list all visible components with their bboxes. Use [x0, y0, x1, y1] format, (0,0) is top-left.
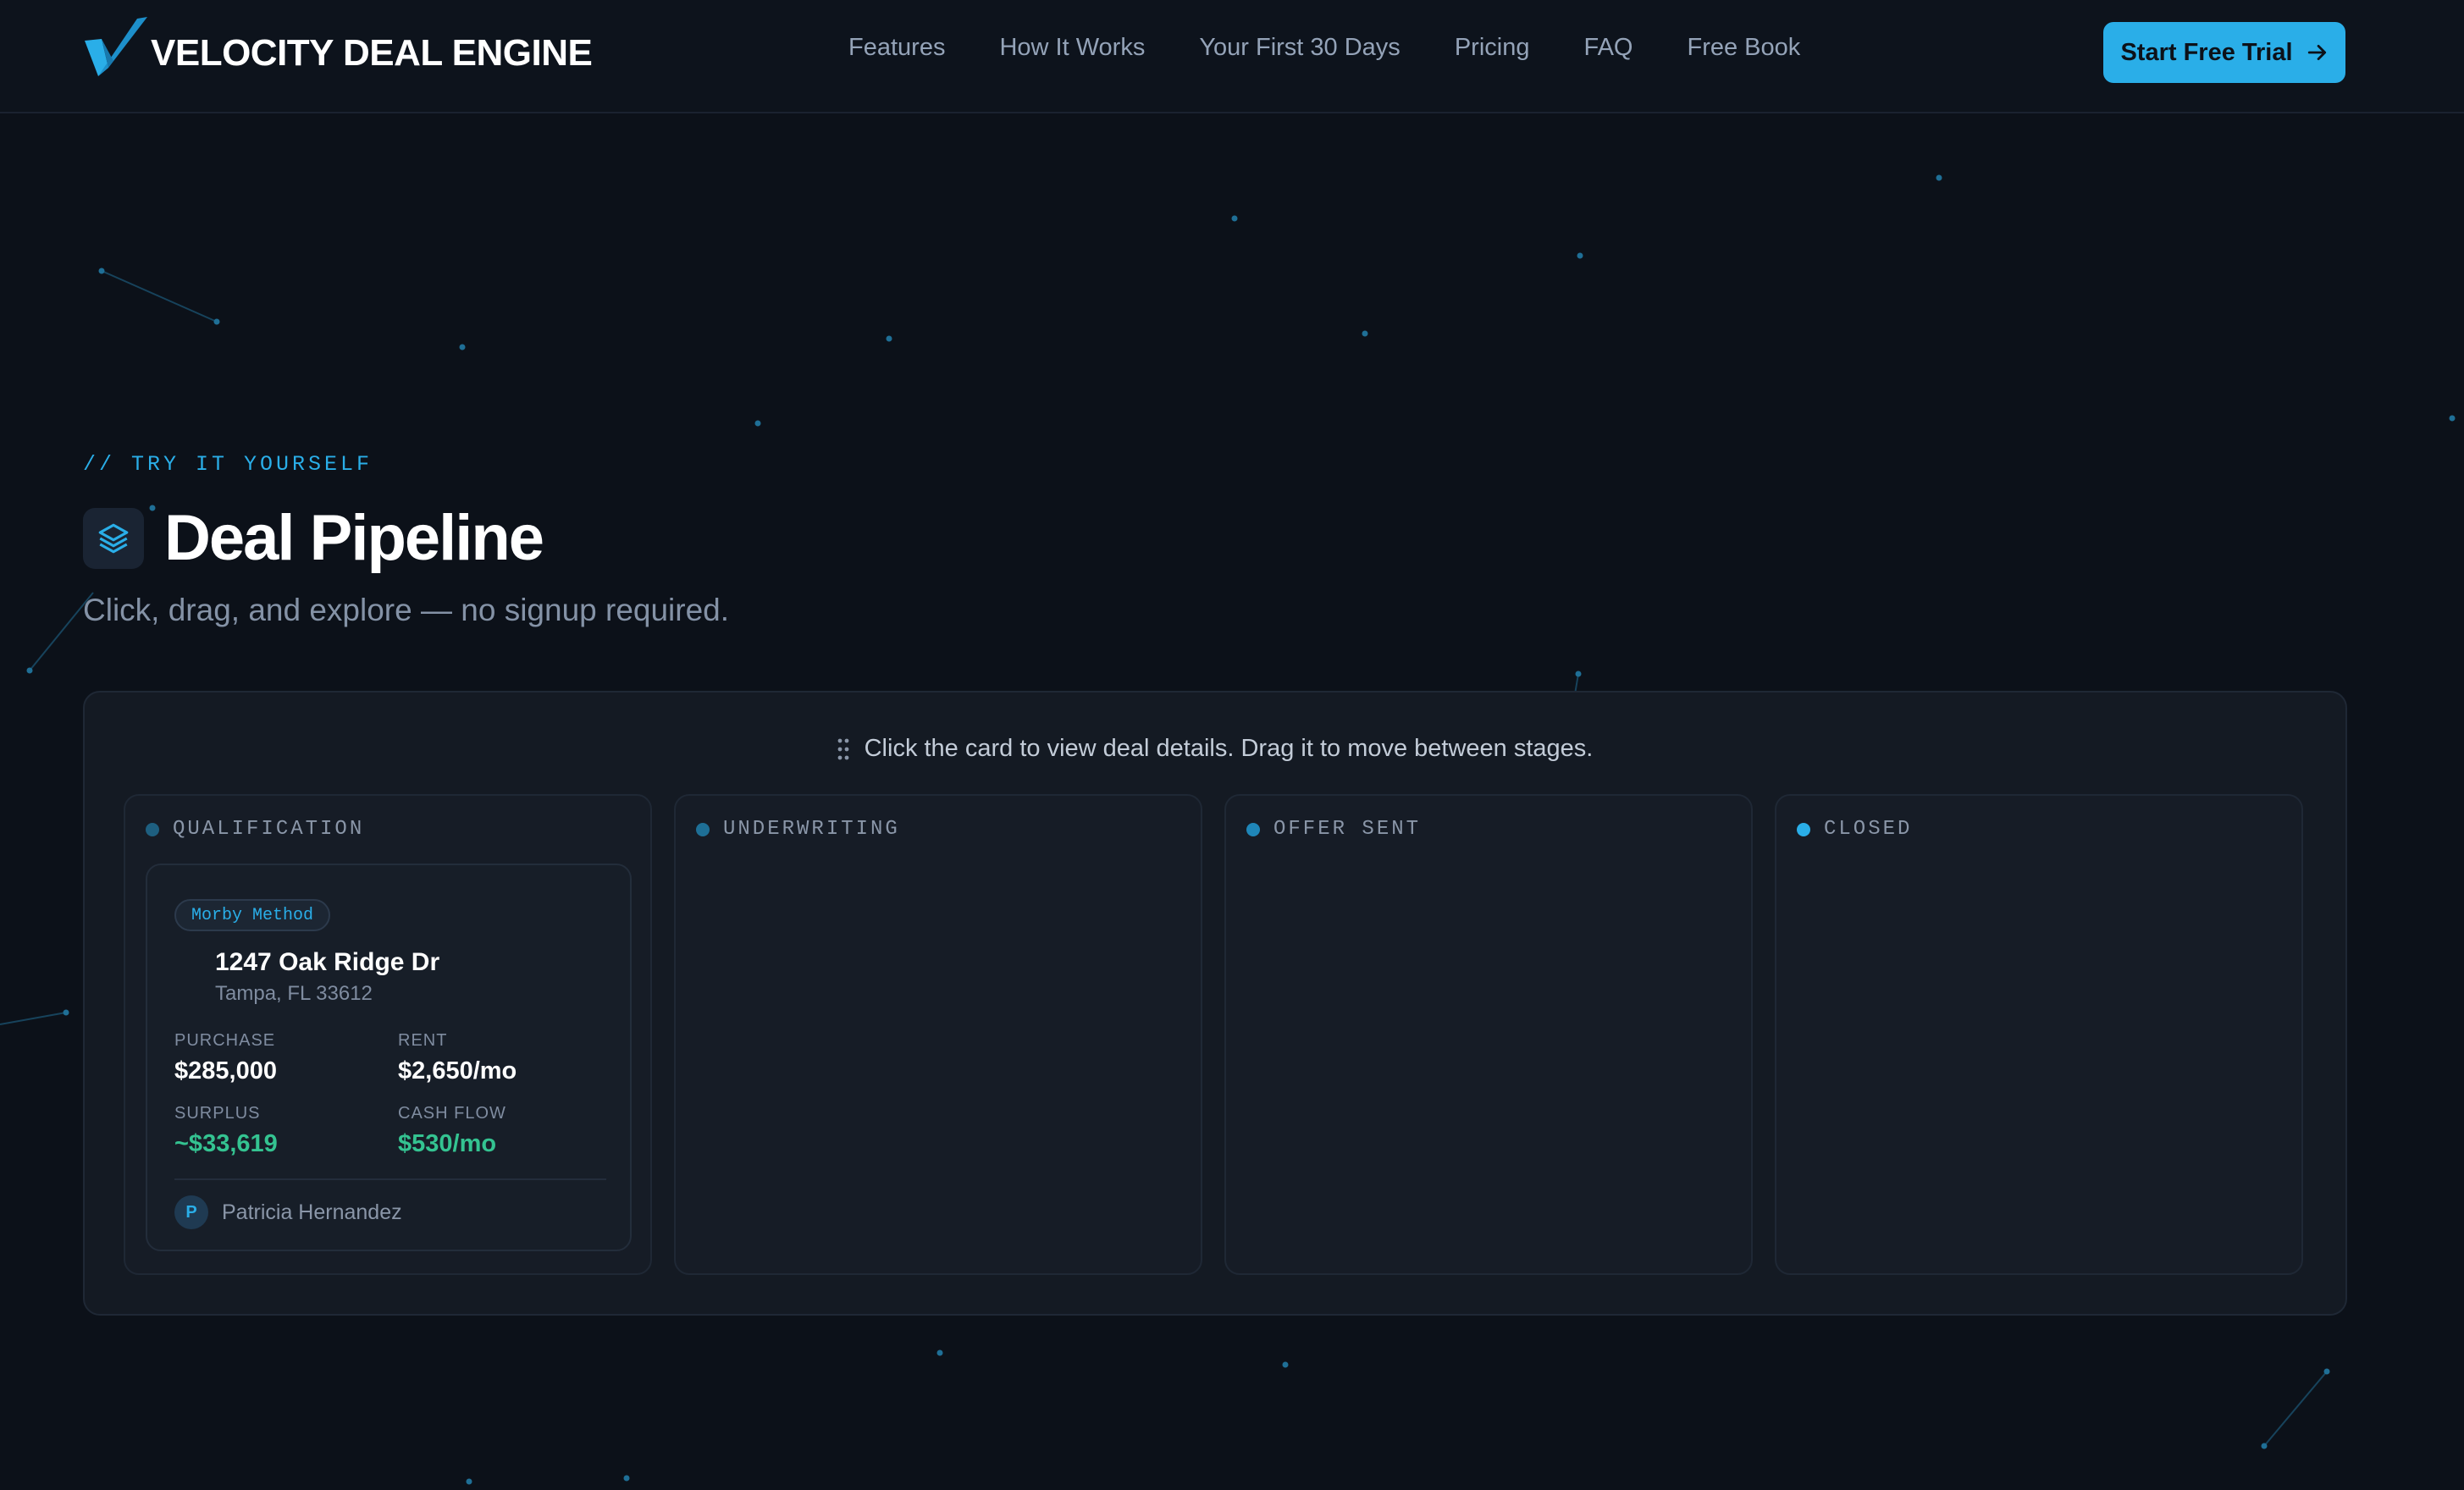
particle-link — [2263, 1371, 2328, 1447]
stage-dot — [146, 822, 159, 836]
strategy-tag: Morby Method — [174, 899, 331, 931]
particle-dot — [886, 335, 892, 342]
card-divider — [174, 1178, 606, 1180]
metric-label: PURCHASE — [174, 1031, 276, 1050]
deal-card[interactable]: Morby Method 1247 Oak Ridge Dr Tampa, FL… — [146, 864, 632, 1251]
title-row: Deal Pipeline — [83, 501, 544, 575]
nav-faq[interactable]: FAQ — [1583, 34, 1633, 62]
board-hint: Click the card to view deal details. Dra… — [85, 735, 2345, 763]
deal-owner: P Patricia Hernandez — [174, 1195, 402, 1229]
column-header: UNDERWRITING — [696, 818, 900, 841]
particle-dot — [466, 1478, 472, 1485]
metric-value: ~$33,619 — [174, 1130, 278, 1157]
column-label: UNDERWRITING — [723, 818, 900, 841]
column-closed[interactable]: CLOSED — [1775, 794, 2303, 1275]
avatar: P — [174, 1195, 208, 1229]
metric-cash-flow: CASH FLOW $530/mo — [398, 1104, 506, 1158]
metric-label: CASH FLOW — [398, 1104, 506, 1123]
particle-dot — [213, 318, 220, 325]
nav-features[interactable]: Features — [848, 34, 945, 62]
cta-label: Start Free Trial — [2120, 38, 2293, 66]
owner-name: Patricia Hernandez — [222, 1200, 402, 1224]
metric-surplus: SURPLUS ~$33,619 — [174, 1104, 278, 1158]
column-header: CLOSED — [1797, 818, 1912, 841]
logo-v-icon — [85, 17, 147, 76]
nav-free-book[interactable]: Free Book — [1687, 34, 1800, 62]
column-qualification[interactable]: QUALIFICATION Morby Method 1247 Oak Ridg… — [124, 794, 652, 1275]
particle-dot — [754, 420, 761, 427]
logo-text: VELOCITY DEAL ENGINE — [151, 32, 593, 74]
pipeline-board: Click the card to view deal details. Dra… — [83, 691, 2347, 1316]
stage-dot — [696, 822, 710, 836]
column-underwriting[interactable]: UNDERWRITING — [674, 794, 1202, 1275]
particle-dot — [2449, 415, 2456, 422]
page-subtitle: Click, drag, and explore — no signup req… — [83, 593, 730, 627]
metric-value: $2,650/mo — [398, 1057, 517, 1084]
nav-first-30-days[interactable]: Your First 30 Days — [1199, 34, 1400, 62]
deal-address: 1247 Oak Ridge Dr — [215, 948, 440, 976]
metric-purchase: PURCHASE $285,000 — [174, 1031, 277, 1085]
particle-dot — [1575, 670, 1582, 677]
particle-dot — [98, 268, 105, 274]
particle-dot — [1577, 252, 1583, 259]
particle-dot — [2261, 1443, 2268, 1449]
metric-value: $530/mo — [398, 1130, 497, 1157]
particle-dot — [1362, 330, 1368, 337]
metric-rent: RENT $2,650/mo — [398, 1031, 517, 1085]
main-nav: Features How It Works Your First 30 Days… — [848, 34, 1800, 62]
particle-dot — [1231, 215, 1238, 222]
particle-dot — [63, 1009, 69, 1016]
particle-dot — [1282, 1361, 1289, 1368]
layers-icon — [83, 507, 144, 569]
nav-pricing[interactable]: Pricing — [1455, 34, 1530, 62]
arrow-right-icon — [2307, 45, 2326, 60]
column-header: OFFER SENT — [1246, 818, 1421, 841]
metric-label: SURPLUS — [174, 1104, 261, 1123]
particle-dot — [623, 1475, 630, 1482]
metric-value: $285,000 — [174, 1057, 277, 1084]
site-header: VELOCITY DEAL ENGINE Features How It Wor… — [0, 0, 2464, 113]
deal-city: Tampa, FL 33612 — [215, 982, 373, 1005]
column-label: OFFER SENT — [1273, 818, 1422, 841]
logo[interactable]: VELOCITY DEAL ENGINE — [83, 15, 593, 91]
stage-dot — [1797, 822, 1810, 836]
column-label: CLOSED — [1824, 818, 1913, 841]
particle-dot — [2323, 1368, 2330, 1375]
start-free-trial-button[interactable]: Start Free Trial — [2103, 22, 2345, 83]
page-title: Deal Pipeline — [164, 502, 544, 574]
nav-how-it-works[interactable]: How It Works — [999, 34, 1145, 62]
particle-link — [101, 270, 218, 323]
stage-dot — [1246, 822, 1260, 836]
board-hint-text: Click the card to view deal details. Dra… — [864, 735, 1594, 762]
column-offer-sent[interactable]: OFFER SENT — [1224, 794, 1753, 1275]
drag-grip-icon — [837, 738, 849, 760]
particle-dot — [936, 1349, 943, 1356]
particle-dot — [1936, 174, 1942, 181]
particle-dot — [26, 667, 33, 674]
section-eyebrow: // TRY IT YOURSELF — [83, 452, 373, 477]
column-header: QUALIFICATION — [146, 818, 364, 841]
particle-link — [0, 1012, 67, 1025]
column-label: QUALIFICATION — [173, 818, 365, 841]
particle-dot — [459, 344, 466, 350]
metric-label: RENT — [398, 1031, 448, 1050]
